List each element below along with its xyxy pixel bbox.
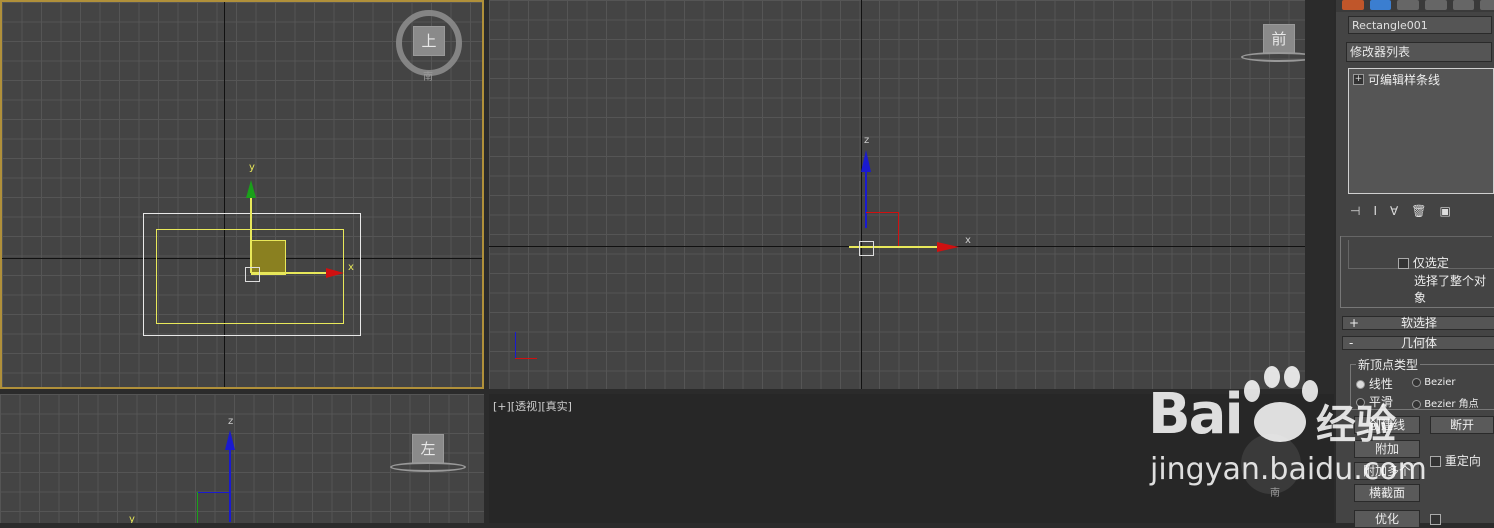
utilities-tab-icon[interactable]: [1480, 0, 1494, 10]
stack-toolbar: ⊣ Ⅰ ∀ 🗑 ▣: [1350, 200, 1494, 222]
rollout-title: 软选择: [1400, 316, 1437, 330]
selection-status: 选择了整个对象: [1414, 274, 1487, 305]
front-viewport[interactable]: 前 z x: [489, 0, 1305, 389]
linear-radio[interactable]: [1356, 380, 1365, 389]
viewcube-ring[interactable]: [390, 462, 466, 472]
modify-tab-icon[interactable]: [1369, 0, 1392, 10]
watermark-url: jingyan.baidu.com: [1150, 452, 1427, 487]
pivot-marker: [859, 241, 874, 256]
reorient-option[interactable]: 重定向: [1430, 452, 1481, 469]
modifier-list-dropdown[interactable]: 修改器列表: [1346, 42, 1492, 62]
x-arrow-icon[interactable]: [326, 268, 344, 278]
modifier-stack[interactable]: + 可编辑样条线: [1348, 68, 1494, 194]
pivot-marker: [245, 267, 260, 282]
panel-tabs: [1336, 0, 1494, 12]
x-axis-label: x: [965, 235, 971, 246]
make-unique-icon[interactable]: ∀: [1390, 204, 1398, 218]
z-arrow-icon[interactable]: [225, 430, 235, 450]
viewcube-top[interactable]: 上: [413, 26, 445, 56]
rollout-title: 几何体: [1400, 336, 1437, 350]
vertex-type-title: 新顶点类型: [1356, 356, 1421, 373]
create-tab-icon[interactable]: [1342, 0, 1364, 10]
remove-modifier-icon[interactable]: 🗑: [1411, 204, 1426, 218]
hierarchy-tab-icon[interactable]: [1397, 0, 1420, 10]
viewcube-ring[interactable]: [1241, 52, 1305, 62]
only-selected-checkbox[interactable]: [1398, 258, 1409, 269]
watermark-brand: Bai: [1148, 382, 1244, 447]
break-button[interactable]: 断开: [1430, 416, 1494, 434]
stack-item-label: 可编辑样条线: [1368, 73, 1441, 87]
bezier-option[interactable]: Bezier: [1412, 377, 1456, 388]
connect-option[interactable]: [1430, 512, 1441, 526]
baidu-paw-icon: [1232, 360, 1324, 452]
optimize-button[interactable]: 优化: [1354, 510, 1420, 528]
z-arrow-icon[interactable]: [861, 150, 871, 172]
pin-stack-icon[interactable]: ⊣: [1350, 204, 1360, 218]
group-frame: [1340, 236, 1341, 308]
divider: [1340, 236, 1492, 237]
show-end-result-icon[interactable]: Ⅰ: [1373, 204, 1377, 218]
z-axis-label: z: [228, 416, 234, 427]
object-name-field[interactable]: Rectangle001: [1348, 16, 1492, 34]
left-viewport[interactable]: 左 z y: [0, 394, 484, 523]
viewcube-left[interactable]: 左: [412, 434, 444, 464]
group-frame: [1340, 307, 1494, 308]
gizmo-z-axis[interactable]: [229, 442, 231, 522]
x-axis-label: x: [348, 262, 354, 273]
bezier-corner-radio[interactable]: [1412, 399, 1421, 409]
display-tab-icon[interactable]: [1452, 0, 1475, 10]
y-axis-label: y: [129, 514, 135, 523]
connect-checkbox[interactable]: [1430, 514, 1441, 525]
gizmo-x-axis[interactable]: [252, 272, 328, 274]
reorient-label: 重定向: [1444, 454, 1481, 468]
gizmo-plane-edge: [197, 492, 198, 523]
watermark-brand2: 经验: [1316, 402, 1396, 448]
grid-axis-vertical: [861, 0, 862, 389]
gizmo-plane-xz-edge: [898, 212, 899, 246]
reorient-checkbox[interactable]: [1430, 456, 1441, 467]
linear-option[interactable]: 线性: [1356, 375, 1393, 392]
bezier-corner-option[interactable]: Bezier 角点: [1412, 395, 1479, 410]
expand-icon[interactable]: +: [1353, 74, 1364, 85]
corner-axis-x: [515, 358, 537, 359]
y-axis-label: y: [249, 162, 255, 173]
viewcube-south-label: 南: [423, 72, 433, 83]
geometry-rollout[interactable]: - 几何体: [1342, 336, 1494, 350]
soft-selection-rollout[interactable]: + 软选择: [1342, 316, 1494, 330]
z-axis-label: z: [864, 135, 870, 146]
bezier-label: Bezier: [1424, 377, 1456, 388]
stack-item[interactable]: + 可编辑样条线: [1353, 71, 1440, 88]
linear-label: 线性: [1368, 377, 1393, 391]
top-viewport[interactable]: 上 南 y x: [0, 0, 484, 389]
configure-sets-icon[interactable]: ▣: [1439, 204, 1450, 218]
x-arrow-icon[interactable]: [937, 242, 959, 252]
gizmo-y-axis[interactable]: [250, 197, 252, 273]
motion-tab-icon[interactable]: [1425, 0, 1447, 10]
corner-axis-z: [515, 332, 516, 358]
only-selected-label: 仅选定: [1412, 256, 1449, 270]
bezier-radio[interactable]: [1412, 377, 1421, 387]
gizmo-plane-edge: [197, 492, 229, 493]
viewport-label[interactable]: [+][透视][真实]: [493, 398, 572, 414]
y-arrow-icon[interactable]: [246, 180, 256, 198]
bezier-corner-label: Bezier 角点: [1424, 399, 1479, 410]
gizmo-plane-xz-edge: [866, 212, 898, 213]
viewcube-front[interactable]: 前: [1263, 24, 1295, 54]
gizmo-z-axis[interactable]: [865, 170, 867, 228]
only-selected-option[interactable]: 仅选定: [1398, 254, 1449, 271]
